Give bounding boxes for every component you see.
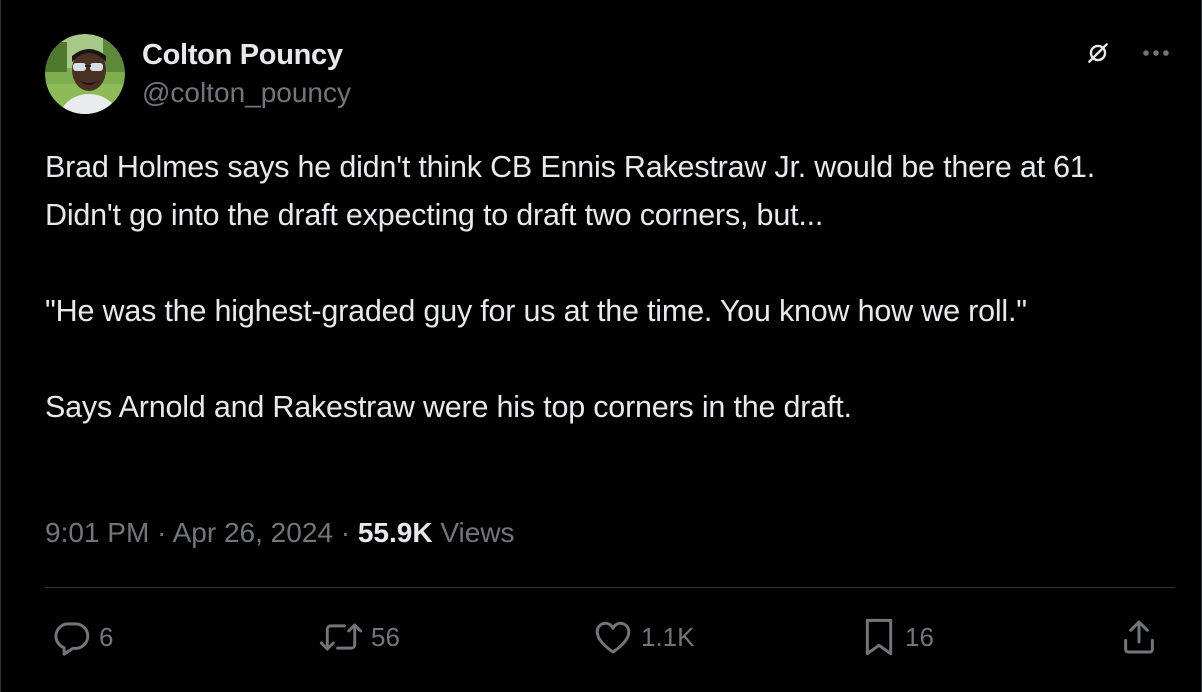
share-icon bbox=[1119, 616, 1159, 658]
avatar[interactable] bbox=[45, 34, 125, 114]
reply-icon bbox=[51, 616, 93, 658]
bookmark-button[interactable]: 16 bbox=[859, 614, 934, 660]
top-actions bbox=[1085, 40, 1171, 71]
bookmark-count: 16 bbox=[905, 621, 934, 652]
tweet-time[interactable]: 9:01 PM bbox=[45, 517, 149, 548]
retweet-icon bbox=[317, 616, 365, 658]
more-dots-icon[interactable] bbox=[1141, 40, 1171, 71]
meta-separator: · bbox=[149, 517, 173, 548]
share-button[interactable] bbox=[1119, 614, 1159, 660]
like-button[interactable]: 1.1K bbox=[591, 614, 695, 660]
views-label: Views bbox=[432, 517, 515, 548]
tweet-meta: 9:01 PM · Apr 26, 2024 · 55.9K Views bbox=[45, 513, 515, 553]
heart-icon bbox=[591, 616, 635, 658]
avatar-photo-icon bbox=[45, 34, 125, 114]
author-handle[interactable]: @colton_pouncy bbox=[142, 75, 351, 111]
tweet-paragraph: Brad Holmes says he didn't think CB Enni… bbox=[45, 150, 1104, 232]
tweet-date[interactable]: Apr 26, 2024 bbox=[173, 517, 333, 548]
like-count: 1.1K bbox=[641, 621, 695, 652]
tweet-card: Colton Pouncy @colton_pouncy Brad Holmes… bbox=[0, 0, 1202, 692]
bookmark-icon bbox=[859, 615, 899, 659]
retweet-button[interactable]: 56 bbox=[317, 614, 400, 660]
author-display-name[interactable]: Colton Pouncy bbox=[142, 37, 351, 73]
retweet-count: 56 bbox=[371, 621, 400, 652]
tweet-text: Brad Holmes says he didn't think CB Enni… bbox=[45, 143, 1170, 431]
author-identity: Colton Pouncy @colton_pouncy bbox=[142, 37, 351, 111]
views-count: 55.9K bbox=[357, 517, 433, 548]
reply-button[interactable]: 6 bbox=[51, 614, 113, 660]
tweet-paragraph: Says Arnold and Rakestraw were his top c… bbox=[45, 390, 852, 424]
action-bar: 6 56 1.1K 16 bbox=[51, 614, 1171, 660]
grok-icon[interactable] bbox=[1085, 40, 1111, 71]
reply-count: 6 bbox=[99, 621, 114, 652]
meta-separator: · bbox=[332, 517, 358, 548]
divider bbox=[45, 587, 1175, 588]
tweet-paragraph: "He was the highest-graded guy for us at… bbox=[45, 294, 1027, 328]
tweet-header: Colton Pouncy @colton_pouncy bbox=[45, 34, 1171, 116]
